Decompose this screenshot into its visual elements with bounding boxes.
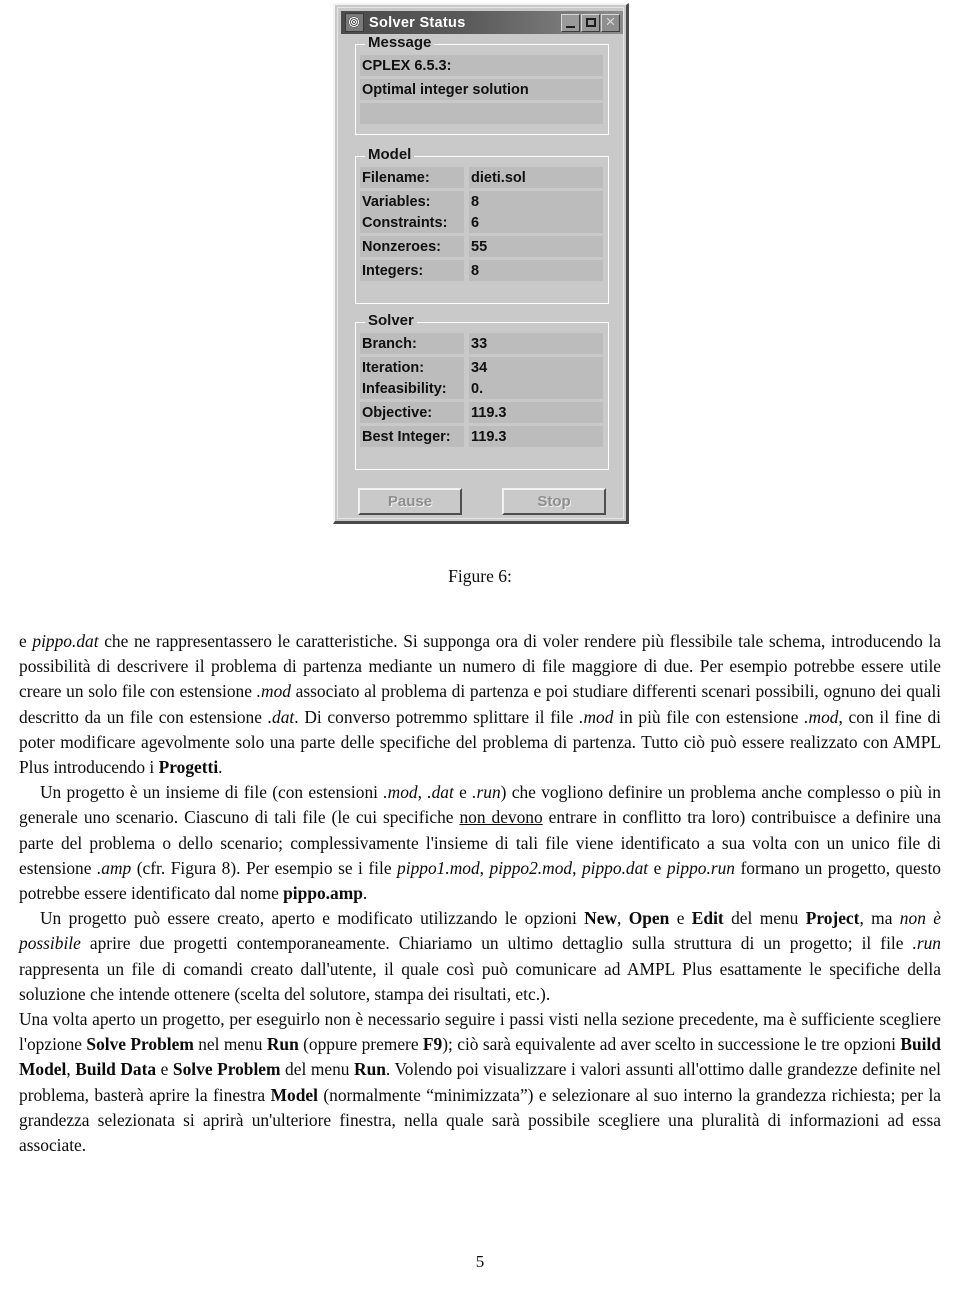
solver-group-label: Solver bbox=[365, 312, 417, 329]
window-title: Solver Status bbox=[369, 14, 466, 31]
app-globe-icon bbox=[345, 13, 364, 32]
solver-status-window: Solver Status Message CPLEX 6.5.3: Optim… bbox=[333, 3, 629, 524]
solver-value-objective: 119.3 bbox=[469, 402, 603, 423]
message-group: Message CPLEX 6.5.3: Optimal integer sol… bbox=[355, 34, 609, 135]
model-group: Model Filename: dieti.sol Variables: 8 C… bbox=[355, 146, 609, 304]
model-value-integers: 8 bbox=[469, 260, 603, 281]
solver-label-best-integer: Best Integer: bbox=[360, 426, 464, 447]
close-icon[interactable] bbox=[601, 12, 620, 32]
message-line-3 bbox=[360, 103, 603, 124]
stop-button[interactable]: Stop bbox=[502, 488, 606, 515]
model-label-filename: Filename: bbox=[360, 167, 464, 188]
message-line-1: CPLEX 6.5.3: bbox=[360, 55, 603, 76]
titlebar-button-group bbox=[561, 12, 620, 32]
figure-6-screenshot: Solver Status Message CPLEX 6.5.3: Optim… bbox=[0, 0, 960, 530]
solver-value-branch: 33 bbox=[469, 333, 603, 354]
model-value-nonzeroes: 55 bbox=[469, 236, 603, 257]
model-label-nonzeroes: Nonzeroes: bbox=[360, 236, 464, 257]
solver-label-objective: Objective: bbox=[360, 402, 464, 423]
paragraph-2: Un progetto è un insieme di file (con es… bbox=[19, 782, 941, 904]
document-body: e pippo.dat che ne rappresentassero le c… bbox=[19, 629, 941, 1158]
solver-label-branch: Branch: bbox=[360, 333, 464, 354]
model-group-label: Model bbox=[365, 146, 415, 163]
solver-group: Solver Branch: 33 Iteration: 34 Infeasib… bbox=[355, 312, 609, 470]
solver-label-infeasibility: Infeasibility: bbox=[360, 378, 464, 399]
paragraph-1: e pippo.dat che ne rappresentassero le c… bbox=[19, 631, 942, 778]
model-value-filename: dieti.sol bbox=[469, 167, 603, 188]
dialog-button-row: Pause Stop bbox=[350, 488, 618, 518]
window-client-area: Solver Status Message CPLEX 6.5.3: Optim… bbox=[337, 7, 624, 519]
maximize-button[interactable] bbox=[581, 13, 600, 32]
model-label-variables: Variables: bbox=[360, 191, 464, 212]
minimize-button[interactable] bbox=[561, 13, 580, 32]
model-value-constraints: 6 bbox=[469, 212, 603, 233]
window-titlebar[interactable]: Solver Status bbox=[341, 11, 623, 34]
solver-value-infeasibility: 0. bbox=[469, 378, 603, 399]
model-label-constraints: Constraints: bbox=[360, 212, 464, 233]
pause-button[interactable]: Pause bbox=[358, 488, 462, 515]
solver-value-best-integer: 119.3 bbox=[469, 426, 603, 447]
figure-caption: Figure 6: bbox=[448, 566, 512, 586]
model-value-variables: 8 bbox=[469, 191, 603, 212]
model-label-integers: Integers: bbox=[360, 260, 464, 281]
page-number: 5 bbox=[475, 1252, 485, 1271]
paragraph-4: Una volta aperto un progetto, per esegui… bbox=[19, 1009, 942, 1156]
message-group-label: Message bbox=[365, 34, 435, 51]
paragraph-3: Un progetto può essere creato, aperto e … bbox=[19, 908, 941, 1004]
solver-value-iteration: 34 bbox=[469, 357, 603, 378]
message-line-2: Optimal integer solution bbox=[360, 79, 603, 100]
solver-label-iteration: Iteration: bbox=[360, 357, 464, 378]
